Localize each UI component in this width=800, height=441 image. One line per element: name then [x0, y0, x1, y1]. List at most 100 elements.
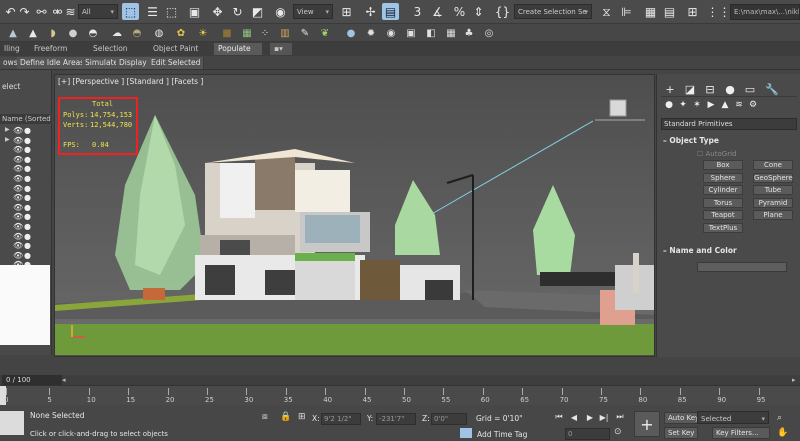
- scene-object-row[interactable]: 👁●: [0, 193, 52, 203]
- z-coord-field[interactable]: 0'0": [431, 413, 467, 425]
- visibility-eye-icon[interactable]: 👁: [13, 136, 23, 145]
- cameras-category-icon[interactable]: ▶: [705, 99, 717, 111]
- angle-snap-icon[interactable]: ∡: [429, 3, 446, 20]
- expand-icon[interactable]: ▶: [5, 126, 10, 133]
- render-bulb-icon[interactable]: ●: [24, 251, 31, 260]
- grid-icon[interactable]: ▦: [444, 26, 458, 40]
- select-manipulate-icon[interactable]: ✢: [362, 3, 379, 20]
- set-key-button[interactable]: Set Key: [664, 427, 699, 439]
- render-icon[interactable]: ◧: [424, 26, 438, 40]
- visibility-eye-icon[interactable]: 👁: [13, 232, 23, 241]
- primitive-textplus-button[interactable]: TextPlus: [703, 222, 743, 233]
- primitive-plane-button[interactable]: Plane: [753, 210, 793, 220]
- previous-frame-icon[interactable]: ◀: [568, 411, 580, 423]
- window-crossing-icon[interactable]: ▣: [186, 3, 203, 20]
- snaps-toggle-icon[interactable]: 3: [409, 3, 426, 20]
- display-button[interactable]: Display: [116, 57, 151, 69]
- motion-tab-icon[interactable]: ●: [723, 82, 737, 96]
- systems-category-icon[interactable]: ⚙: [747, 99, 759, 111]
- wood-icon[interactable]: ▥: [278, 26, 292, 40]
- visibility-eye-icon[interactable]: 👁: [13, 184, 23, 193]
- render-bulb-icon[interactable]: ●: [24, 174, 31, 183]
- visibility-eye-icon[interactable]: 👁: [13, 174, 23, 183]
- geometry-type-dropdown[interactable]: Standard Primitives: [661, 118, 797, 130]
- scene-list-blank-area[interactable]: [0, 265, 50, 345]
- lights-category-icon[interactable]: ✶: [691, 99, 703, 111]
- render-frame-icon[interactable]: ▣: [404, 26, 418, 40]
- project-path[interactable]: E:\max\max\...\nikha: [730, 4, 800, 20]
- rotate-icon[interactable]: ↻: [229, 3, 246, 20]
- flower-icon[interactable]: ✿: [174, 26, 188, 40]
- visibility-eye-icon[interactable]: 👁: [13, 145, 23, 154]
- time-slider[interactable]: 0 / 100 ◂ ▸: [0, 375, 800, 385]
- primitive-torus-button[interactable]: Torus: [703, 197, 743, 208]
- visibility-eye-icon[interactable]: 👁: [13, 193, 23, 202]
- scene-object-row[interactable]: 👁●: [0, 222, 52, 232]
- visibility-eye-icon[interactable]: 👁: [13, 203, 23, 212]
- hill-icon[interactable]: ◗: [46, 26, 60, 40]
- selection-lock-icon[interactable]: 🔒: [280, 412, 294, 424]
- render-bulb-icon[interactable]: ●: [24, 222, 31, 231]
- plant-icon[interactable]: ❦: [318, 26, 332, 40]
- zoom-icon[interactable]: ⌕: [777, 413, 782, 423]
- add-time-tag[interactable]: Add Time Tag: [477, 430, 527, 439]
- primitive-geosphere-button[interactable]: GeoSphere: [753, 172, 793, 183]
- scene-object-row[interactable]: 👁●: [0, 184, 52, 194]
- bump-icon[interactable]: ◓: [86, 26, 100, 40]
- key-filters-button[interactable]: Key Filters...: [712, 427, 770, 439]
- render-bulb-icon[interactable]: ●: [24, 184, 31, 193]
- render-bulb-icon[interactable]: ●: [24, 126, 31, 135]
- frame-counter[interactable]: 0 / 100: [2, 375, 62, 385]
- visibility-eye-icon[interactable]: 👁: [13, 164, 23, 173]
- primitive-tube-button[interactable]: Tube: [753, 185, 793, 195]
- x-coord-field[interactable]: 9'2 1/2": [321, 413, 361, 425]
- tab-selection[interactable]: Selection: [89, 43, 132, 55]
- cube-texture-icon[interactable]: ■: [220, 26, 234, 40]
- paint-icon[interactable]: ✎: [298, 26, 312, 40]
- geometry-category-icon[interactable]: ●: [663, 99, 675, 111]
- primitive-pyramid-button[interactable]: Pyramid: [753, 197, 793, 208]
- spinner-snap-icon[interactable]: ⇕: [470, 3, 487, 20]
- primitive-cone-button[interactable]: Cone: [753, 160, 793, 170]
- maxscript-listener[interactable]: [0, 411, 24, 435]
- name-column-header[interactable]: Name (Sorted A: [0, 114, 52, 124]
- name-and-color-rollout[interactable]: – Name and Color: [663, 246, 737, 255]
- perspective-viewport[interactable]: [+] [Perspective ] [Standard ] [Facets ]…: [54, 74, 655, 357]
- sun-icon[interactable]: ☀: [196, 26, 210, 40]
- render-bulb-icon[interactable]: ●: [24, 203, 31, 212]
- terrain-icon[interactable]: ▲: [6, 26, 20, 40]
- redo-icon[interactable]: ↷: [16, 3, 33, 20]
- visibility-eye-icon[interactable]: 👁: [13, 126, 23, 135]
- rectangular-region-icon[interactable]: ⬚: [163, 3, 180, 20]
- render-bulb-icon[interactable]: ●: [24, 155, 31, 164]
- edit-selected-button[interactable]: Edit Selected: [148, 57, 205, 69]
- named-selection-set-dropdown[interactable]: Create Selection Se ▾: [514, 4, 592, 19]
- render-bulb-icon[interactable]: ●: [24, 145, 31, 154]
- selection-filter-dropdown[interactable]: All ▾: [78, 4, 118, 19]
- tree-icon[interactable]: ♣: [462, 26, 476, 40]
- object-type-rollout[interactable]: – Object Type: [663, 136, 719, 145]
- scene-object-row[interactable]: 👁●: [0, 241, 52, 251]
- rock-icon[interactable]: ●: [66, 26, 80, 40]
- scene-object-row[interactable]: 👁●: [0, 174, 52, 184]
- shapes-category-icon[interactable]: ✦: [677, 99, 689, 111]
- go-to-end-icon[interactable]: ⏭: [614, 411, 626, 423]
- utilities-tab-icon[interactable]: 🔧: [765, 82, 779, 96]
- scale-icon[interactable]: ◩: [249, 3, 266, 20]
- scatter-icon[interactable]: ⁘: [258, 26, 272, 40]
- visibility-eye-icon[interactable]: 👁: [13, 241, 23, 250]
- layer-explorer-icon[interactable]: ▤: [661, 3, 678, 20]
- time-config-icon[interactable]: ⊙: [614, 427, 622, 437]
- isolate-selection-icon[interactable]: ⧈: [262, 412, 276, 424]
- scene-object-row[interactable]: 👁●: [0, 164, 52, 174]
- curve-editor-icon[interactable]: ⊞: [684, 3, 701, 20]
- autogrid-checkbox[interactable]: ☐ AutoGrid: [697, 150, 736, 158]
- current-frame-field[interactable]: 0: [565, 428, 610, 440]
- helpers-category-icon[interactable]: ▲: [719, 99, 731, 111]
- primitive-cylinder-button[interactable]: Cylinder: [703, 185, 743, 195]
- cloud-icon[interactable]: ☁: [110, 26, 124, 40]
- primitive-teapot-button[interactable]: Teapot: [703, 210, 743, 220]
- scene-object-row[interactable]: 👁●: [0, 212, 52, 222]
- reference-coordinate-dropdown[interactable]: View ▾: [293, 4, 333, 19]
- play-icon[interactable]: ▶: [584, 411, 596, 423]
